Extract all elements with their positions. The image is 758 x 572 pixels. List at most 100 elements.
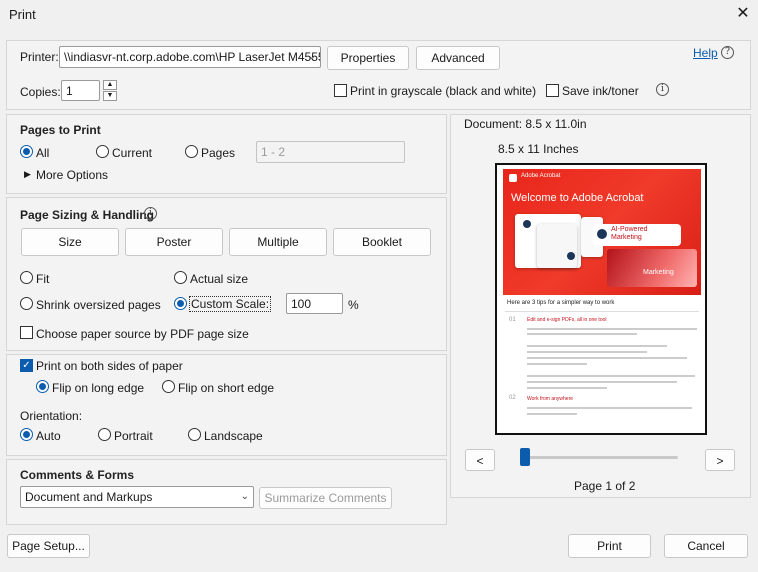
thumb-badge: AI-Powered Marketing [611, 226, 648, 241]
thumb-intro: Here are 3 tips for a simpler way to wor… [507, 300, 615, 306]
thumb-card-2 [537, 224, 577, 268]
prev-page-button[interactable]: < [465, 449, 495, 471]
page-indicator: Page 1 of 2 [574, 479, 636, 493]
thumb-tip2-num: 02 [509, 395, 516, 401]
booklet-tab[interactable]: Booklet [333, 228, 431, 256]
thumb-brand: Adobe Acrobat [521, 173, 561, 179]
thumb-text-line [527, 407, 692, 409]
page-thumbnail: Adobe Acrobat Welcome to Adobe Acrobat A… [495, 163, 707, 435]
orientation-heading: Orientation: [20, 409, 83, 423]
paper-source-checkbox[interactable] [20, 326, 33, 339]
thumb-tip2-title: Work from anywhere [527, 396, 574, 402]
custom-scale-label: Custom Scale: [189, 296, 272, 312]
thumb-spark-icon [597, 229, 607, 239]
cancel-button[interactable]: Cancel [664, 534, 748, 558]
printer-label: Printer: [20, 50, 59, 64]
info-icon[interactable]: i [656, 83, 669, 96]
help-link[interactable]: Help [693, 46, 718, 60]
thumb-text-line [527, 333, 637, 335]
sizing-info-icon[interactable]: i [144, 207, 157, 220]
grayscale-checkbox[interactable] [334, 84, 347, 97]
thumb-text-line [527, 413, 577, 415]
thumb-avatar-icon [523, 220, 531, 228]
thumb-text-line [527, 381, 677, 383]
fit-label: Fit [36, 272, 50, 286]
help-question-icon[interactable]: ? [721, 46, 734, 59]
size-tab[interactable]: Size [21, 228, 119, 256]
next-page-button[interactable]: > [705, 449, 735, 471]
pages-range-radio[interactable] [185, 145, 198, 158]
long-edge-label: Flip on long edge [52, 381, 145, 395]
thumb-text-line [527, 363, 587, 365]
thumb-text-line [527, 328, 697, 330]
short-edge-label: Flip on short edge [178, 381, 275, 395]
comments-forms-select[interactable]: Document and Markups ⌄ [20, 486, 254, 508]
pages-range-label: Pages [201, 146, 236, 160]
save-ink-label: Save ink/toner [562, 84, 639, 98]
actual-size-radio[interactable] [174, 271, 187, 284]
long-edge-radio[interactable] [36, 380, 49, 393]
properties-button[interactable]: Properties [327, 46, 409, 70]
summarize-comments-button[interactable]: Summarize Comments [259, 487, 392, 509]
copies-up-icon[interactable]: ▲ [103, 80, 117, 90]
thumb-text-line [527, 357, 687, 359]
print-button[interactable]: Print [568, 534, 651, 558]
shrink-radio[interactable] [20, 297, 33, 310]
auto-orientation-radio[interactable] [20, 428, 33, 441]
thumb-visual [607, 249, 697, 287]
printer-select[interactable]: \\indiasvr-nt.corp.adobe.com\HP LaserJet… [59, 46, 321, 68]
printer-select-value: \\indiasvr-nt.corp.adobe.com\HP LaserJet… [64, 50, 321, 64]
copies-down-icon[interactable]: ▼ [103, 91, 117, 101]
thumb-text-line [527, 375, 695, 377]
page-slider-thumb[interactable] [520, 448, 530, 466]
percent-label: % [348, 298, 359, 312]
grayscale-label: Print in grayscale (black and white) [350, 84, 537, 98]
thumb-divider [505, 311, 699, 312]
paper-source-label: Choose paper source by PDF page size [36, 327, 249, 341]
save-ink-checkbox[interactable] [546, 84, 559, 97]
advanced-button[interactable]: Advanced [416, 46, 500, 70]
thumb-text-line [527, 387, 607, 389]
close-icon[interactable]: ✕ [733, 4, 753, 24]
current-page-radio[interactable] [96, 145, 109, 158]
thumb-tip1-title: Edit and e-sign PDFs, all in one tool [527, 317, 607, 323]
landscape-label: Landscape [204, 429, 263, 443]
copies-label: Copies: [20, 85, 61, 99]
actual-size-label: Actual size [190, 272, 249, 286]
all-pages-label: All [36, 146, 50, 160]
custom-scale-input[interactable]: 100 [286, 293, 343, 314]
page-setup-button[interactable]: Page Setup... [7, 534, 90, 558]
thumb-tip1-num: 01 [509, 317, 516, 323]
title-bar [0, 0, 758, 30]
current-page-label: Current [112, 146, 153, 160]
portrait-radio[interactable] [98, 428, 111, 441]
landscape-radio[interactable] [188, 428, 201, 441]
window-title: Print [9, 7, 36, 22]
document-size: Document: 8.5 x 11.0in [464, 117, 587, 131]
both-sides-checkbox[interactable]: ✓ [20, 359, 33, 372]
shrink-label: Shrink oversized pages [36, 298, 161, 312]
both-sides-label: Print on both sides of paper [36, 359, 183, 373]
custom-scale-radio[interactable] [174, 297, 187, 310]
thumb-text-line [527, 345, 667, 347]
auto-orientation-label: Auto [36, 429, 61, 443]
chevron-down-icon: ⌄ [307, 51, 316, 62]
chevron-down-icon: ⌄ [240, 491, 249, 502]
page-slider-track[interactable] [520, 456, 678, 459]
thumb-text-line [527, 351, 647, 353]
copies-input[interactable]: 1 [61, 80, 100, 101]
comments-forms-heading: Comments & Forms [20, 468, 135, 482]
more-options-toggle[interactable]: More Options [36, 168, 108, 182]
poster-tab[interactable]: Poster [125, 228, 223, 256]
expand-triangle-icon[interactable]: ▶ [24, 169, 31, 180]
thumb-tag: Marketing [643, 269, 674, 276]
pages-to-print-heading: Pages to Print [20, 123, 101, 137]
fit-radio[interactable] [20, 271, 33, 284]
comments-forms-value: Document and Markups [25, 490, 153, 504]
paper-size: 8.5 x 11 Inches [498, 142, 579, 156]
all-pages-radio[interactable] [20, 145, 33, 158]
pages-range-input[interactable]: 1 - 2 [256, 141, 405, 163]
page-sizing-heading: Page Sizing & Handling [20, 208, 155, 222]
short-edge-radio[interactable] [162, 380, 175, 393]
multiple-tab[interactable]: Multiple [229, 228, 327, 256]
